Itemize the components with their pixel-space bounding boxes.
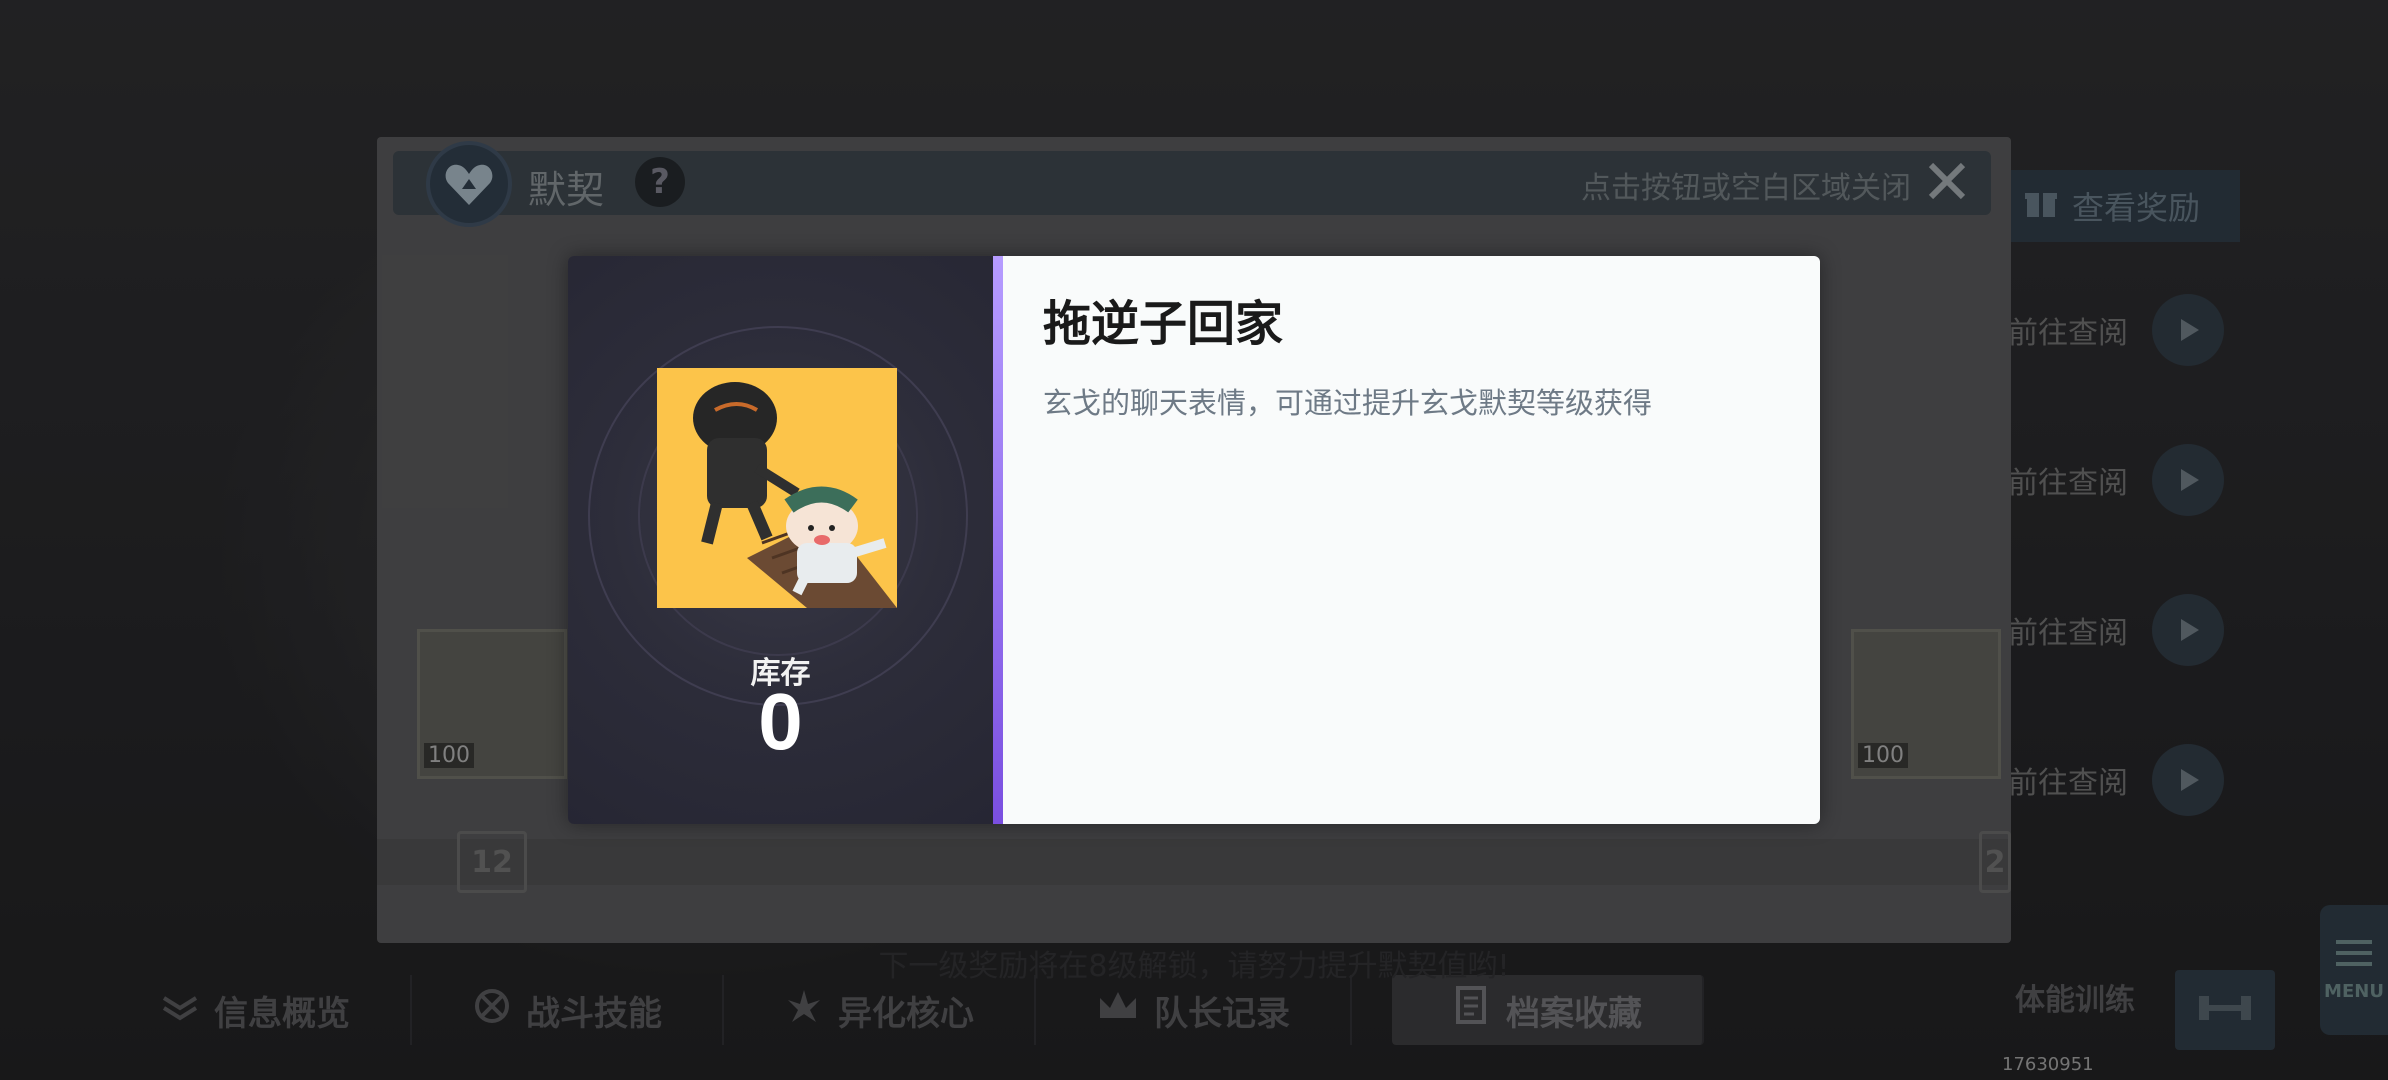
item-description: 玄戈的聊天表情，可通过提升玄戈默契等级获得 — [1043, 386, 1653, 420]
item-info-panel: 拖逆子回家 玄戈的聊天表情，可通过提升玄戈默契等级获得 — [1003, 256, 1820, 824]
accent-divider — [993, 256, 1003, 824]
sticker-image — [657, 368, 897, 608]
item-detail-card: 库存 0 拖逆子回家 玄戈的聊天表情，可通过提升玄戈默契等级获得 — [568, 256, 1820, 824]
item-preview-panel: 库存 0 — [568, 256, 993, 824]
item-name: 拖逆子回家 — [1043, 296, 1284, 352]
stock-value: 0 — [758, 677, 803, 766]
